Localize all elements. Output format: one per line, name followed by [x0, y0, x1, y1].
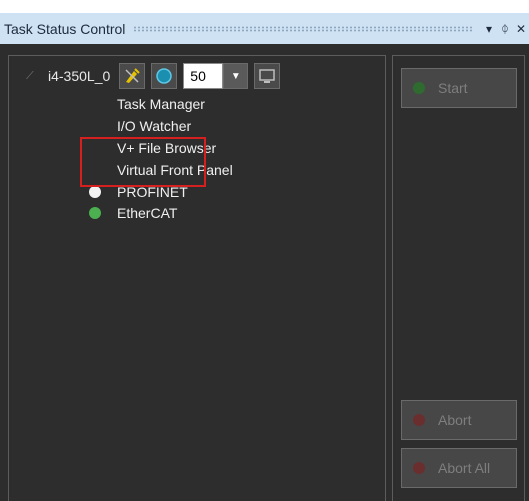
tool-icon — [125, 68, 140, 83]
tree-item-io-watcher[interactable]: I/O Watcher — [117, 118, 191, 134]
power-icon — [156, 68, 173, 84]
tool-button[interactable] — [119, 63, 146, 89]
ethercat-status-icon — [89, 207, 101, 219]
abort-status-icon — [413, 414, 425, 426]
tree-item-task-manager[interactable]: Task Manager — [117, 96, 205, 112]
start-button[interactable]: Start — [401, 68, 517, 108]
monitor-icon — [259, 69, 276, 83]
power-button[interactable] — [151, 63, 178, 89]
ethercat-label: EtherCAT — [117, 205, 178, 221]
abort-all-button[interactable]: Abort All — [401, 448, 517, 488]
tree-item-ethercat[interactable]: EtherCAT — [89, 205, 177, 221]
profinet-status-icon — [89, 186, 101, 198]
abort-label: Abort — [438, 412, 472, 428]
panel-title: Task Status Control — [4, 20, 126, 37]
panel-titlebar: Task Status Control ▾ ᛰ ✕ — [0, 12, 529, 44]
speed-input[interactable]: 50 — [183, 63, 224, 89]
drag-grip[interactable] — [133, 25, 473, 32]
highlight-box — [80, 137, 206, 187]
speed-dropdown-button[interactable]: ▼ — [223, 63, 249, 89]
window-dropdown-icon[interactable]: ▾ — [481, 22, 497, 36]
start-status-icon — [413, 82, 425, 94]
abort-button[interactable]: Abort — [401, 400, 517, 440]
start-label: Start — [438, 80, 468, 96]
robot-row: ⟋ i4-350L_0 50 ▼ — [26, 61, 286, 91]
task-tree-frame — [8, 55, 386, 501]
top-strip — [0, 0, 529, 12]
pin-icon[interactable]: ᛰ — [497, 22, 513, 36]
expand-arrow-icon[interactable]: ⟋ — [26, 70, 48, 83]
robot-name[interactable]: i4-350L_0 — [48, 68, 110, 84]
monitor-button[interactable] — [254, 63, 281, 89]
abort-all-label: Abort All — [438, 460, 491, 476]
abort-all-status-icon — [413, 462, 425, 474]
close-icon[interactable]: ✕ — [513, 22, 529, 36]
